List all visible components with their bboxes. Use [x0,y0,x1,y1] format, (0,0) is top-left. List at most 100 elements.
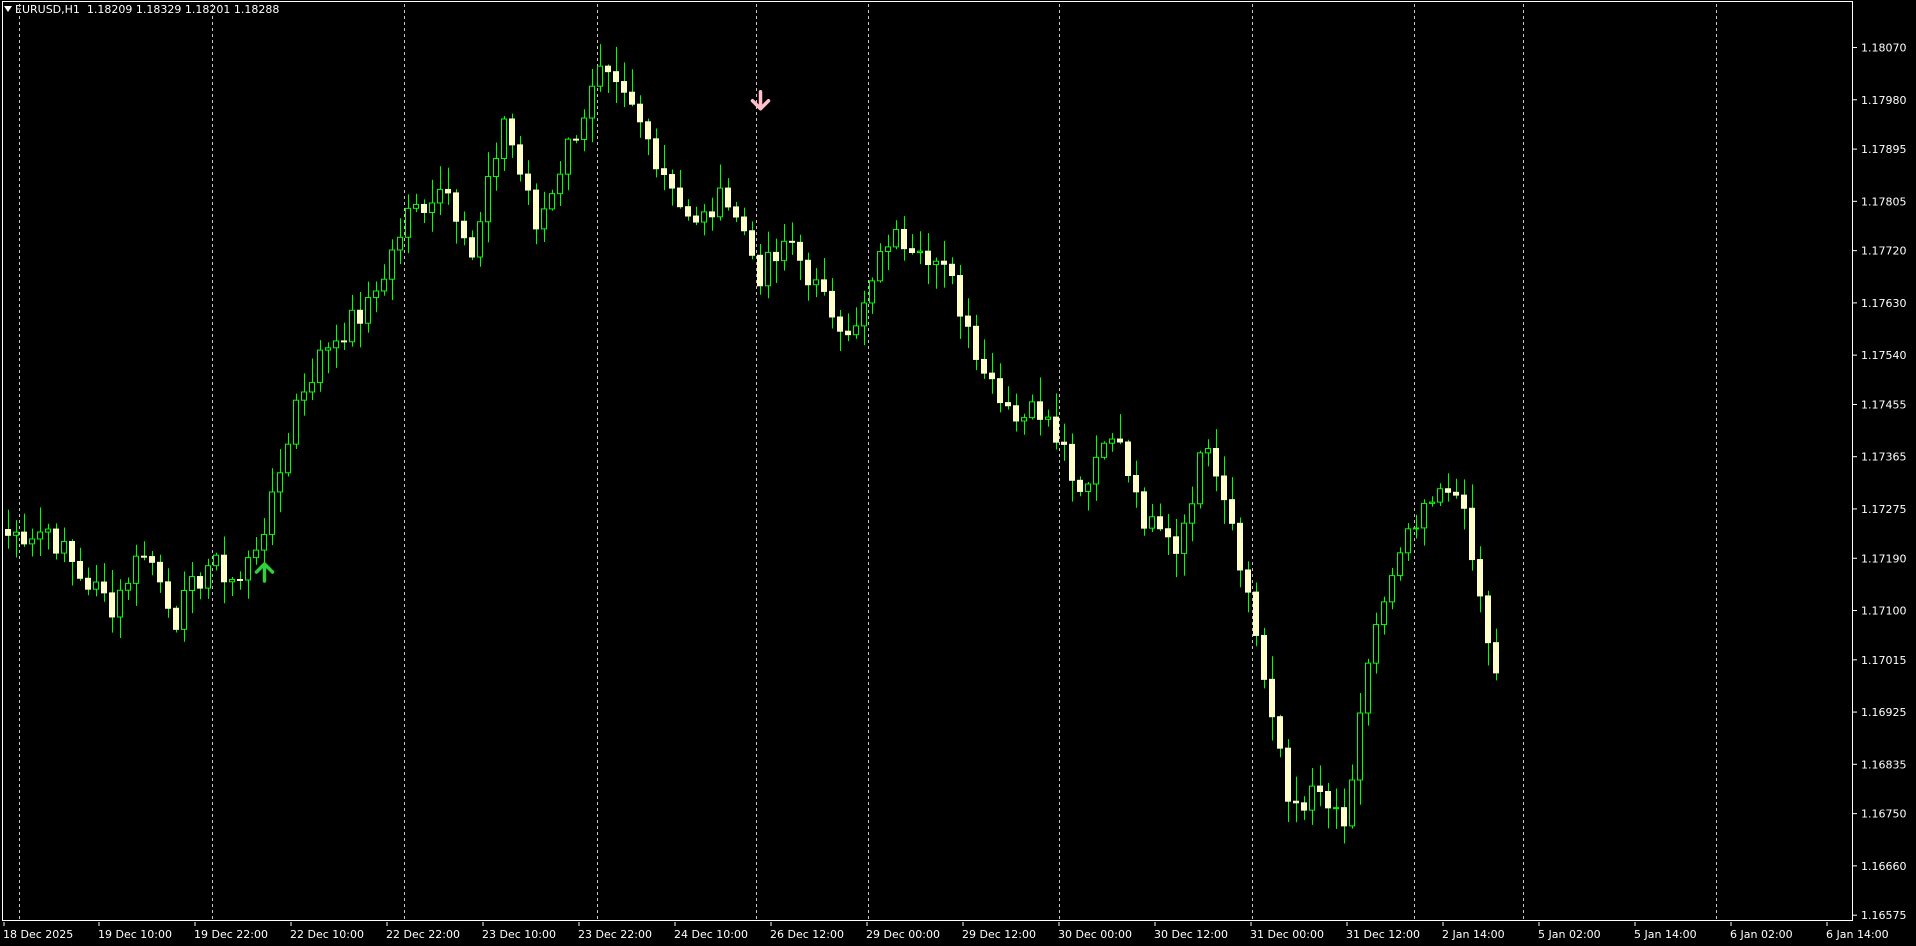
x-tick-label: 24 Dec 10:00 [674,928,748,941]
candle-body-bull [381,278,387,292]
y-tick-label: 1.17895 [1861,143,1907,156]
candle-body-bull [277,472,283,493]
x-tick-label: 6 Jan 14:00 [1826,928,1889,941]
candle-body-bull [853,325,859,336]
candle-body-bull [877,251,883,282]
candle-body-bull [597,65,603,87]
candle-body-bull [205,565,211,589]
x-tick-label: 2 Jan 14:00 [1442,928,1505,941]
candle-body-bull [1189,503,1195,524]
candle-body-bull [229,578,235,583]
candle-body-bear [109,592,115,618]
y-tick-label: 1.17455 [1861,398,1907,411]
candle-body-bear [981,358,987,374]
candle-body-bull [1181,522,1187,554]
x-tick-label: 22 Dec 22:00 [386,928,460,941]
candle-body-bear [157,561,163,583]
candle-body-bull [565,138,571,175]
candle-body-bear [629,91,635,105]
y-tick-label: 1.17365 [1861,451,1907,464]
y-tick-label: 1.17100 [1861,604,1907,617]
candle-body-bull [429,202,435,213]
candle-body-bull [1389,575,1395,603]
candle-body-bear [1165,528,1171,538]
y-tick-label: 1.17980 [1861,94,1907,107]
x-tick-label: 19 Dec 22:00 [194,928,268,941]
candle-body-bull [29,538,35,545]
candle-body-bear [1301,802,1307,811]
signal-arrows [254,90,771,583]
candle-body-bull [493,158,499,178]
candle-body-bear [5,529,11,536]
candle-body-bull [589,85,595,119]
candle-body-bear [533,189,539,230]
candle-body-bull [717,187,723,218]
candle-body-bear [685,206,691,217]
x-tick-label: 5 Jan 02:00 [1538,928,1601,941]
candle-body-bear [1245,569,1251,593]
candle-body-bull [1333,807,1339,810]
candle-body-bull [541,208,547,230]
candle-body-bear [1461,494,1467,509]
candle-body-bear [661,168,667,176]
x-tick-label: 31 Dec 00:00 [1250,928,1324,941]
candle-body-bear [901,228,907,250]
candle-body-bear [1445,488,1451,493]
candle-body-bear [21,531,27,545]
candle-body-bear [1157,516,1163,530]
candle-body-bear [237,578,243,581]
candle-body-bull [1349,779,1355,827]
candle-body-bull [1021,417,1027,422]
candle-body-bull [933,260,939,266]
x-tick-label: 22 Dec 10:00 [290,928,364,941]
candle-body-bear [141,555,147,558]
y-tick-label: 1.16575 [1861,909,1907,922]
candle-body-bull [1197,452,1203,505]
candle-body-bear [1317,785,1323,793]
candle-body-bear [805,259,811,286]
x-tick-label: 30 Dec 12:00 [1154,928,1228,941]
candle-body-bear [1285,747,1291,802]
candle-body-bull [293,399,299,445]
candle-body-bear [1493,642,1499,674]
candle-body-bull [61,540,67,554]
candle-body-bull [1365,662,1371,714]
candle-body-bull [365,297,371,324]
x-tick-label: 23 Dec 22:00 [578,928,652,941]
price-chart[interactable]: 1.18070 1.17980 1.17895 1.17805 1.17720 1.176… [0,0,1916,946]
x-tick-label: 6 Jan 02:00 [1730,928,1793,941]
candle-body-bear [1005,402,1011,407]
y-tick-label: 1.16660 [1861,860,1907,873]
candle-body-bear [965,315,971,327]
y-tick-label: 1.17015 [1861,654,1907,667]
candle-body-bear [1037,401,1043,420]
candle-body-bear [925,250,931,266]
x-tick-label: 29 Dec 00:00 [866,928,940,941]
candle-body-bull [261,533,267,551]
candle-body-bull [861,302,867,327]
candle-body-bear [725,187,731,208]
candle-body-bear [733,206,739,218]
candle-body-bull [189,576,195,591]
candle-body-bull [93,581,99,590]
candle-body-bear [1477,559,1483,597]
candle-body-bull [557,173,563,195]
candle-body-bear [605,65,611,73]
candle-body-bear [709,211,715,218]
candle-body-bear [445,188,451,194]
candle-body-bear [949,263,955,277]
candle-body-bear [1069,443,1075,481]
candle-body-bear [1061,441,1067,445]
y-tick-label: 1.17540 [1861,349,1907,362]
x-tick-label: 5 Jan 14:00 [1634,928,1697,941]
candle-body-bear [101,581,107,594]
candle-body-bear [1237,522,1243,571]
x-tick-label: 31 Dec 12:00 [1346,928,1420,941]
candle-body-bull [1093,456,1099,485]
y-tick-label: 1.17190 [1861,552,1907,565]
candle-body-bear [1077,479,1083,492]
candle-body-bull [765,251,771,287]
candle-body-bull [893,228,899,248]
candle-body-bear [77,560,83,579]
candle-body-bull [701,211,707,223]
